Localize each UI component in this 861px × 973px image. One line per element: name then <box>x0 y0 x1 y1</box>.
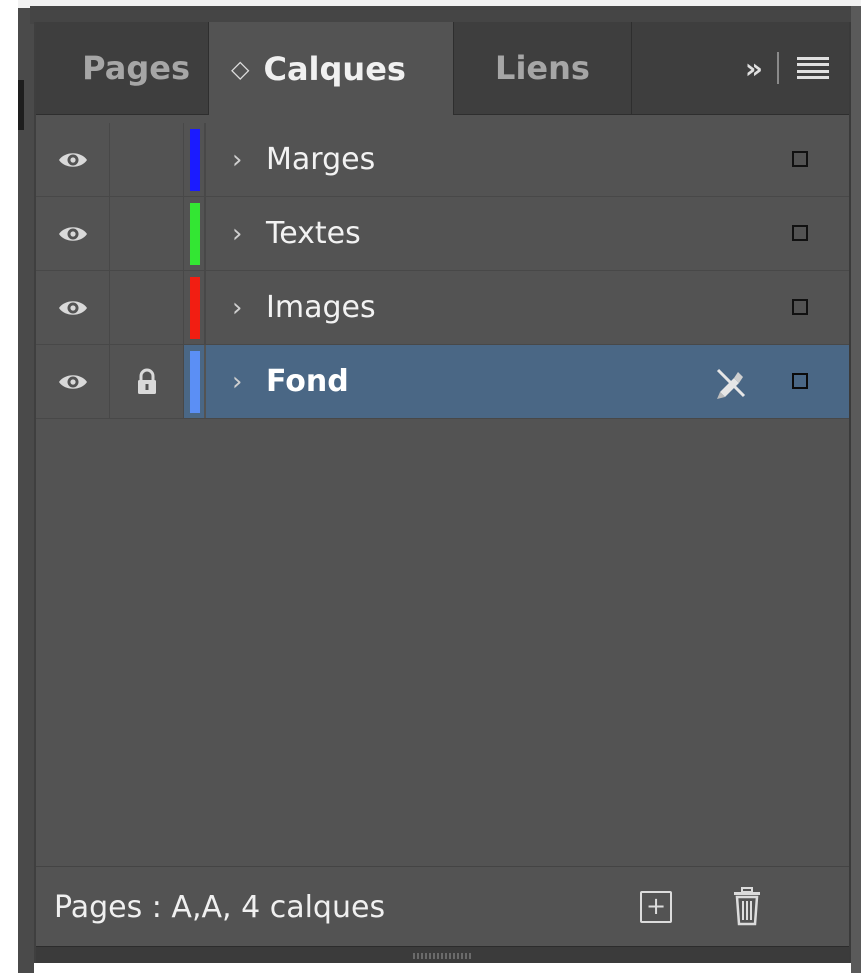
layer-color-swatch <box>190 203 200 265</box>
tab-pages[interactable]: Pages <box>36 22 208 114</box>
toolbar-divider <box>777 52 779 84</box>
tab-calques[interactable]: ◇ Calques <box>208 22 454 115</box>
chevron-right-icon[interactable]: › <box>232 197 242 270</box>
layer-selection-box[interactable] <box>792 151 808 167</box>
trash-icon[interactable] <box>730 887 764 927</box>
layer-list: › Marges › Textes › Images › Fond <box>36 123 849 419</box>
layer-name[interactable]: Fond <box>266 345 349 418</box>
column-divider <box>204 271 206 344</box>
layer-row-textes[interactable]: › Textes <box>36 197 849 271</box>
column-divider <box>204 345 206 418</box>
layer-selection-box[interactable] <box>792 225 808 241</box>
column-divider <box>204 197 206 270</box>
tab-calques-label: Calques <box>263 49 406 88</box>
visibility-toggle[interactable] <box>36 123 110 196</box>
tab-liens-label: Liens <box>495 49 590 87</box>
eye-icon <box>58 374 87 389</box>
visibility-toggle[interactable] <box>36 197 110 270</box>
eye-icon <box>58 152 87 167</box>
hamburger-menu-icon[interactable] <box>797 57 829 79</box>
resize-grip[interactable] <box>36 946 849 963</box>
layer-name[interactable]: Textes <box>266 197 361 270</box>
layer-selection-box[interactable] <box>792 299 808 315</box>
column-divider <box>204 123 206 196</box>
tab-pages-label: Pages <box>82 49 190 87</box>
visibility-toggle[interactable] <box>36 271 110 344</box>
visibility-toggle[interactable] <box>36 345 110 418</box>
layer-color-swatch <box>190 277 200 339</box>
layer-row-images[interactable]: › Images <box>36 271 849 345</box>
backdrop-left <box>18 8 34 973</box>
tab-bar: Pages ◇ Calques Liens » <box>36 22 849 115</box>
backdrop-left-dark <box>18 80 24 130</box>
layer-row-fond[interactable]: › Fond <box>36 345 849 419</box>
lock-toggle[interactable] <box>110 271 184 344</box>
grip-handle[interactable] <box>412 952 473 959</box>
tab-reorder-icon: ◇ <box>231 54 250 83</box>
lock-icon <box>137 368 156 394</box>
layer-color-swatch <box>190 129 200 191</box>
lock-toggle[interactable] <box>110 197 184 270</box>
layer-name[interactable]: Images <box>266 271 376 344</box>
layers-panel: Pages ◇ Calques Liens » › Marges › Texte… <box>34 22 851 963</box>
eye-icon <box>58 226 87 241</box>
chevron-right-icon[interactable]: › <box>232 345 242 418</box>
chevron-right-icon[interactable]: › <box>232 123 242 196</box>
lock-toggle[interactable] <box>110 123 184 196</box>
eye-icon <box>58 300 87 315</box>
backdrop-right <box>851 6 861 973</box>
chevron-right-icon[interactable]: › <box>232 271 242 344</box>
layer-selection-box[interactable] <box>792 373 808 389</box>
layer-name[interactable]: Marges <box>266 123 375 196</box>
layer-row-marges[interactable]: › Marges <box>36 123 849 197</box>
tab-bar-tools: » <box>632 22 849 114</box>
layer-status-text: Pages : A,A, 4 calques <box>54 889 386 925</box>
pen-crossed-icon[interactable] <box>712 364 748 400</box>
new-layer-button[interactable]: + <box>640 891 672 923</box>
layer-color-swatch <box>190 351 200 413</box>
panel-footer: Pages : A,A, 4 calques + <box>36 866 849 947</box>
chevron-double-right-icon[interactable]: » <box>745 52 763 85</box>
tab-liens[interactable]: Liens <box>454 22 632 114</box>
lock-toggle[interactable] <box>110 345 184 418</box>
